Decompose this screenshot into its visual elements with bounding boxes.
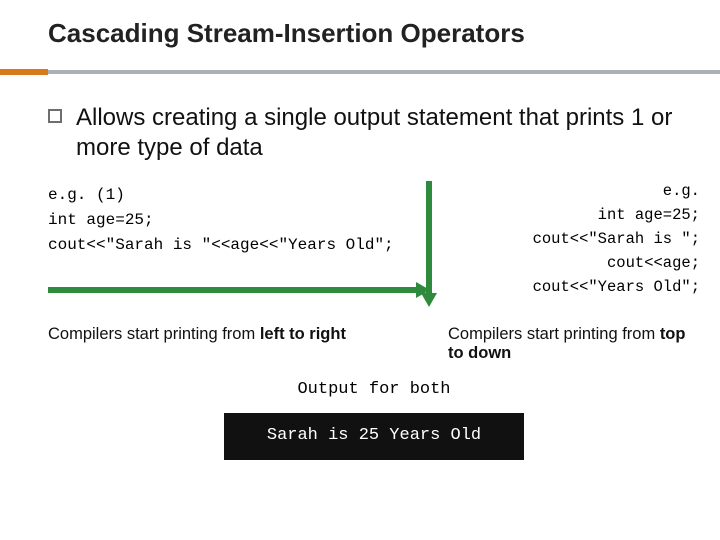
caption-left: Compilers start printing from left to ri… — [48, 325, 428, 344]
square-bullet-icon — [48, 109, 62, 123]
caption-right: Compilers start printing from top to dow… — [448, 325, 700, 363]
output-label: Output for both — [48, 377, 700, 403]
code-right-line-5: cout<<"Years Old"; — [440, 275, 700, 299]
code-columns: e.g. (1) int age=25; cout<<"Sarah is "<<… — [48, 179, 700, 299]
arrow-right-icon — [48, 287, 418, 293]
code-left: e.g. (1) int age=25; cout<<"Sarah is "<<… — [48, 179, 430, 299]
output-label-text: Output for both — [297, 380, 450, 399]
bullet-item: Allows creating a single output statemen… — [48, 103, 700, 163]
caption-row: Compilers start printing from left to ri… — [48, 325, 700, 363]
code-left-line-1: e.g. (1) — [48, 183, 430, 208]
code-right-line-2: int age=25; — [440, 203, 700, 227]
code-right-line-3: cout<<"Sarah is "; — [440, 227, 700, 251]
rule-line — [48, 70, 720, 74]
code-right-line-4: cout<<age; — [440, 251, 700, 275]
arrow-down-icon — [426, 181, 432, 295]
caption-left-em: left to right — [260, 325, 346, 343]
caption-left-lead: Compilers start printing from — [48, 325, 260, 343]
code-right: e.g. int age=25; cout<<"Sarah is "; cout… — [440, 179, 700, 299]
slide-title-row: Cascading Stream-Insertion Operators — [0, 0, 720, 59]
code-left-line-3: cout<<"Sarah is "<<age<<"Years Old"; — [48, 233, 430, 258]
slide-title: Cascading Stream-Insertion Operators — [48, 18, 720, 49]
output-box: Sarah is 25 Years Old — [224, 413, 524, 459]
output-text: Sarah is 25 Years Old — [238, 423, 510, 449]
content-area: Allows creating a single output statemen… — [0, 75, 720, 460]
code-left-line-2: int age=25; — [48, 208, 430, 233]
caption-right-lead: Compilers start printing from — [448, 325, 660, 343]
code-right-line-1: e.g. — [440, 179, 700, 203]
bullet-text: Allows creating a single output statemen… — [76, 103, 700, 163]
